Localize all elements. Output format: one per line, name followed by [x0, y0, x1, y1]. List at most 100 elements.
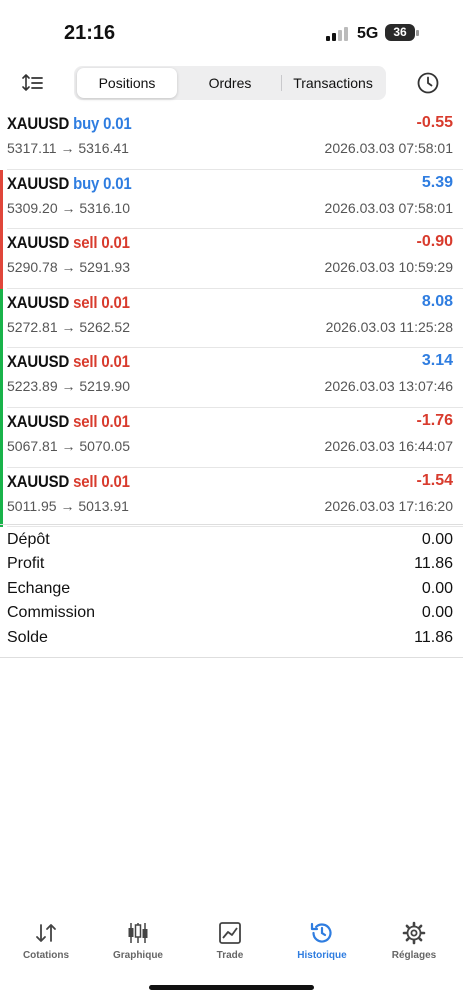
position-symbol: XAUUSD sell 0.01: [7, 293, 130, 313]
tab-label: Cotations: [22, 950, 70, 961]
status-bar: 21:16 5G 36: [0, 0, 463, 66]
summary-value: 0.00: [421, 604, 453, 622]
symbol-label: XAUUSD: [7, 114, 70, 133]
open-price: 5011.95: [7, 497, 57, 514]
clock-icon[interactable]: [416, 71, 440, 95]
position-marker: [0, 229, 3, 289]
position-profit: 8.08: [421, 292, 453, 310]
position-time: 2026.03.03 07:58:01: [324, 140, 453, 156]
position-profit: -1.76: [416, 411, 453, 429]
position-time: 2026.03.03 11:25:28: [325, 318, 453, 335]
position-row[interactable]: XAUUSD sell 0.01 -1.76 5067.81 → 5070.05 20…: [0, 407, 463, 468]
segmented-control: Positions Ordres Transactions: [74, 66, 386, 100]
position-prices: 5317.11 → 5316.41: [7, 140, 129, 156]
close-price: 5219.90: [79, 378, 130, 395]
tab-graphique[interactable]: Graphique: [98, 916, 178, 961]
position-time: 2026.03.03 16:44:07: [324, 437, 453, 454]
summary-value: 11.86: [414, 555, 453, 573]
summary-value: 11.86: [414, 628, 453, 646]
position-row[interactable]: XAUUSD sell 0.01 -1.54 5011.95 → 5013.91 20…: [0, 467, 463, 528]
symbol-label: XAUUSD: [7, 471, 70, 491]
open-price: 5223.89: [7, 378, 58, 395]
arrow-right-icon: →: [61, 378, 76, 395]
tab-reglages[interactable]: Réglages: [374, 916, 454, 961]
tab-positions[interactable]: Positions: [77, 68, 177, 98]
tab-label: Trade: [216, 950, 244, 961]
tab-cotations[interactable]: Cotations: [6, 916, 86, 961]
symbol-label: XAUUSD: [7, 292, 70, 312]
position-marker: [0, 407, 3, 468]
position-profit: 5.39: [421, 173, 453, 191]
side-label: sell: [73, 233, 98, 253]
symbol-label: XAUUSD: [7, 173, 70, 193]
open-price: 5067.81: [7, 437, 58, 454]
position-row[interactable]: XAUUSD sell 0.01 8.08 5272.81 → 5262.52 202…: [0, 288, 463, 349]
position-time: 2026.03.03 13:07:46: [324, 378, 453, 395]
open-price: 5309.20: [7, 199, 58, 216]
volume-label: 0.01: [101, 233, 130, 253]
summary-value: 0.00: [421, 531, 453, 548]
position-symbol: XAUUSD buy 0.01: [7, 114, 132, 134]
summary-label: Solde: [7, 628, 48, 646]
side-label: sell: [73, 471, 98, 491]
position-prices: 5290.78 → 5291.93: [7, 259, 130, 275]
summary-panel: Dépôt 0.00 Profit 11.86 Echange 0.00 Commissio…: [0, 524, 463, 658]
position-prices: 5309.20 → 5316.10: [7, 200, 130, 216]
position-prices: 5067.81 → 5070.05: [7, 438, 130, 454]
arrow-right-icon: →: [60, 497, 75, 514]
volume-label: 0.01: [101, 352, 130, 372]
side-label: sell: [73, 292, 98, 312]
summary-label: Dépôt: [7, 531, 50, 548]
settings-icon: [402, 921, 426, 945]
status-time: 21:16: [64, 22, 116, 44]
position-symbol: XAUUSD sell 0.01: [7, 472, 130, 492]
summary-label: Echange: [7, 579, 71, 597]
signal-icon: [326, 27, 350, 41]
close-price: 5291.93: [79, 259, 130, 276]
tab-trade[interactable]: Trade: [190, 916, 270, 961]
toolbar: Positions Ordres Transactions: [0, 66, 463, 100]
tab-label: Graphique: [112, 950, 163, 961]
close-price: 5316.10: [79, 199, 130, 216]
position-row[interactable]: XAUUSD sell 0.01 3.14 5223.89 → 5219.90 202…: [0, 348, 463, 408]
position-symbol: XAUUSD buy 0.01: [7, 174, 132, 194]
close-price: 5070.05: [79, 437, 130, 454]
position-symbol: XAUUSD sell 0.01: [7, 412, 130, 432]
network-label: 5G: [357, 25, 379, 42]
summary-label: Profit: [7, 555, 45, 573]
symbol-label: XAUUSD: [7, 411, 70, 431]
close-price: 5262.52: [79, 318, 130, 335]
close-price: 5013.91: [78, 497, 129, 514]
arrow-right-icon: →: [61, 437, 76, 454]
position-row[interactable]: XAUUSD sell 0.01 -0.90 5290.78 → 5291.93 20…: [0, 229, 463, 289]
battery-tip: [416, 30, 419, 36]
tab-historique[interactable]: Historique: [282, 916, 362, 961]
position-profit: -0.55: [416, 114, 453, 131]
position-row[interactable]: XAUUSD buy 0.01 5.39 5309.20 → 5316.10 2026…: [0, 169, 463, 230]
home-indicator: [149, 985, 314, 990]
position-time: 2026.03.03 10:59:29: [324, 259, 453, 276]
sort-icon[interactable]: [22, 72, 44, 94]
position-profit: 3.14: [421, 352, 453, 370]
position-marker: [0, 110, 3, 170]
summary-label: Commission: [7, 604, 96, 622]
position-symbol: XAUUSD sell 0.01: [7, 233, 130, 253]
summary-value: 0.00: [421, 579, 453, 597]
volume-label: 0.01: [101, 292, 130, 312]
position-row[interactable]: XAUUSD buy 0.01 -0.55 5317.11 → 5316.41 202…: [0, 110, 463, 170]
position-time: 2026.03.03 17:16:20: [324, 497, 453, 514]
open-price: 5317.11: [7, 140, 57, 156]
volume-label: 0.01: [103, 114, 132, 133]
volume-label: 0.01: [101, 471, 130, 491]
position-time: 2026.03.03 07:58:01: [324, 199, 453, 216]
summary-row: Commission 0.00: [0, 602, 463, 626]
position-prices: 5011.95 → 5013.91: [7, 498, 129, 514]
tab-label: Historique: [297, 950, 347, 961]
bottom-tab-bar: Cotations Graphique Trade Historique Rég…: [0, 916, 463, 976]
position-marker: [0, 288, 3, 349]
side-label: buy: [73, 114, 100, 133]
arrow-right-icon: →: [61, 199, 76, 216]
tab-ordres[interactable]: Ordres: [180, 68, 280, 98]
side-label: sell: [73, 411, 98, 431]
tab-transactions[interactable]: Transactions: [282, 68, 384, 98]
